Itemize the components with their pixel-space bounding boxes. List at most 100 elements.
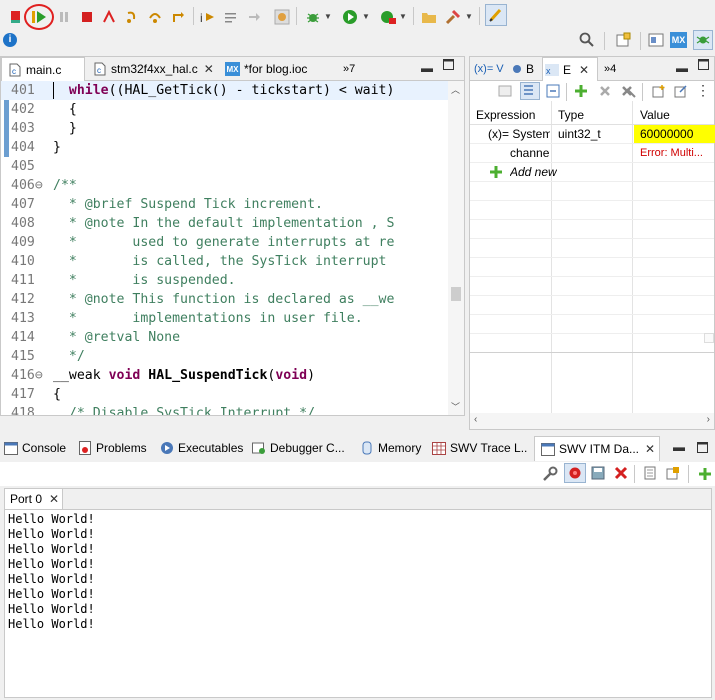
- search-icon[interactable]: [579, 32, 595, 51]
- code-line[interactable]: 416⊖ __weak void HAL_SuspendTick(void): [1, 366, 448, 385]
- expressions-horizontal-scrollbar[interactable]: ‹ ›: [470, 413, 714, 429]
- restart-icon[interactable]: [244, 6, 264, 28]
- remove-all-icon[interactable]: [620, 84, 636, 101]
- scroll-lock-icon[interactable]: [644, 466, 658, 483]
- code-line[interactable]: 404}: [1, 138, 448, 157]
- cpp-perspective-icon[interactable]: [648, 32, 664, 51]
- tab-variables[interactable]: (x)= V: [472, 57, 508, 81]
- add-expression-icon[interactable]: [573, 83, 589, 102]
- close-icon[interactable]: ✕: [49, 492, 59, 506]
- tab-debugger-console[interactable]: Debugger C...: [252, 436, 350, 460]
- remove-icon[interactable]: [598, 84, 612, 101]
- mx-perspective-icon[interactable]: MX: [670, 32, 687, 48]
- minimize-icon[interactable]: ▬: [676, 61, 688, 75]
- code-editor[interactable]: 401 while((HAL_GetTick() - tickstart) < …: [1, 81, 448, 415]
- tab-for-blog-ioc[interactable]: MX *for blog.ioc: [223, 57, 335, 81]
- chevron-down-icon[interactable]: ▼: [399, 12, 407, 21]
- tab-swv-itm-data-console[interactable]: SWV ITM Da... ✕: [534, 436, 660, 461]
- code-line[interactable]: 415 */: [1, 347, 448, 366]
- debug-perspective-icon[interactable]: [693, 30, 713, 50]
- tab-executables[interactable]: Executables: [160, 436, 244, 460]
- maximize-icon[interactable]: [443, 59, 454, 73]
- maximize-icon[interactable]: [697, 442, 708, 456]
- code-line[interactable]: 414 * @retval None: [1, 328, 448, 347]
- instruction-stepping-icon[interactable]: i: [198, 6, 218, 28]
- table-row[interactable]: (x)= SystemC uint32_t 60000000: [470, 125, 715, 144]
- expressions-table[interactable]: Expression Type Value (x)= SystemC uint3…: [470, 101, 715, 413]
- code-line[interactable]: 409 * used to generate interrupts at re: [1, 233, 448, 252]
- code-line[interactable]: 403 }: [1, 119, 448, 138]
- debug-run-icon[interactable]: [303, 6, 323, 28]
- skip-breakpoints-icon[interactable]: [6, 6, 26, 28]
- tab-swv-trace-log[interactable]: SWV Trace L...: [432, 436, 528, 460]
- code-line[interactable]: 413 * implementations in user file.: [1, 309, 448, 328]
- code-line[interactable]: 412 * @note This function is declared as…: [1, 290, 448, 309]
- chevron-down-icon[interactable]: ▼: [324, 12, 332, 21]
- close-icon[interactable]: ✕: [645, 442, 655, 456]
- code-line[interactable]: 402 {: [1, 100, 448, 119]
- maximize-icon[interactable]: [698, 59, 709, 73]
- code-line[interactable]: 406⊖ /**: [1, 176, 448, 195]
- code-line[interactable]: 410 * is called, the SysTick interrupt: [1, 252, 448, 271]
- header-expression[interactable]: Expression: [476, 106, 535, 124]
- debug-settings-icon[interactable]: [272, 6, 292, 28]
- show-logical-structure-icon[interactable]: [520, 82, 540, 100]
- tab-overflow[interactable]: »7: [343, 57, 369, 81]
- tab-breakpoints[interactable]: B: [510, 57, 540, 81]
- tab-problems[interactable]: Problems: [78, 436, 154, 460]
- expression-value[interactable]: 60000000: [634, 125, 715, 143]
- code-line[interactable]: 417 {: [1, 385, 448, 404]
- code-line[interactable]: 418 /* Disable SysTick Interrupt */: [1, 404, 448, 415]
- open-perspective-icon[interactable]: [615, 32, 631, 51]
- scroll-thumb[interactable]: [451, 287, 461, 301]
- tab-main-c[interactable]: c main.c: [1, 57, 85, 82]
- use-step-filters-icon[interactable]: [221, 6, 241, 28]
- tab-expressions[interactable]: x E ✕: [542, 57, 598, 82]
- tab-memory[interactable]: Memory: [360, 436, 426, 460]
- add-new-expression[interactable]: Add new: [510, 163, 557, 181]
- pin-icon[interactable]: [674, 84, 688, 101]
- clear-icon[interactable]: [614, 466, 628, 483]
- tab-port-0[interactable]: Port 0 ✕: [5, 489, 63, 509]
- new-view-icon[interactable]: [652, 84, 666, 101]
- tab-overflow[interactable]: »4: [604, 57, 628, 81]
- table-row[interactable]: channel Error: Multi...: [470, 144, 714, 163]
- collapse-all-icon[interactable]: [546, 84, 560, 101]
- table-row[interactable]: Add new: [470, 163, 714, 182]
- info-icon[interactable]: i: [3, 33, 17, 47]
- minimize-icon[interactable]: ▬: [421, 61, 433, 75]
- close-icon[interactable]: ✕: [579, 63, 589, 77]
- scroll-left-icon[interactable]: ‹: [474, 414, 477, 425]
- header-value[interactable]: Value: [640, 106, 670, 124]
- itm-console-output[interactable]: Hello World! Hello World! Hello World! Hell…: [5, 509, 711, 697]
- start-trace-icon[interactable]: [564, 463, 586, 483]
- save-icon[interactable]: [591, 466, 605, 483]
- tab-console[interactable]: Console: [4, 436, 72, 460]
- step-into-icon[interactable]: [122, 6, 142, 28]
- highlight-icon[interactable]: [485, 4, 507, 26]
- code-line[interactable]: 411 * is suspended.: [1, 271, 448, 290]
- run-icon[interactable]: [340, 6, 360, 28]
- scroll-right-icon[interactable]: ›: [707, 414, 710, 425]
- build-icon[interactable]: [443, 6, 463, 28]
- header-type[interactable]: Type: [558, 106, 584, 124]
- tab-stm32f4xx-hal-c[interactable]: c stm32f4xx_hal.c ✕: [89, 57, 221, 81]
- code-line[interactable]: 405: [1, 157, 448, 176]
- code-line[interactable]: 401 while((HAL_GetTick() - tickstart) < …: [1, 81, 448, 100]
- terminate-icon[interactable]: [77, 6, 97, 28]
- minimize-icon[interactable]: ▬: [673, 440, 685, 454]
- disconnect-icon[interactable]: [99, 6, 119, 28]
- editor-vertical-scrollbar[interactable]: ︿ ﹀: [448, 81, 464, 415]
- sash-handle[interactable]: [704, 333, 714, 343]
- open-folder-icon[interactable]: [419, 6, 439, 28]
- suspend-icon[interactable]: [54, 6, 74, 28]
- scroll-up-icon[interactable]: ︿: [451, 83, 460, 96]
- chevron-down-icon[interactable]: ▼: [465, 12, 473, 21]
- configure-trace-icon[interactable]: [542, 466, 558, 485]
- add-port-icon[interactable]: [697, 466, 713, 485]
- step-over-icon[interactable]: [145, 6, 165, 28]
- scroll-down-icon[interactable]: ﹀: [451, 400, 460, 413]
- pin-console-icon[interactable]: [666, 466, 680, 483]
- external-tools-icon[interactable]: [378, 6, 398, 28]
- code-line[interactable]: 407 * @brief Suspend Tick increment.: [1, 195, 448, 214]
